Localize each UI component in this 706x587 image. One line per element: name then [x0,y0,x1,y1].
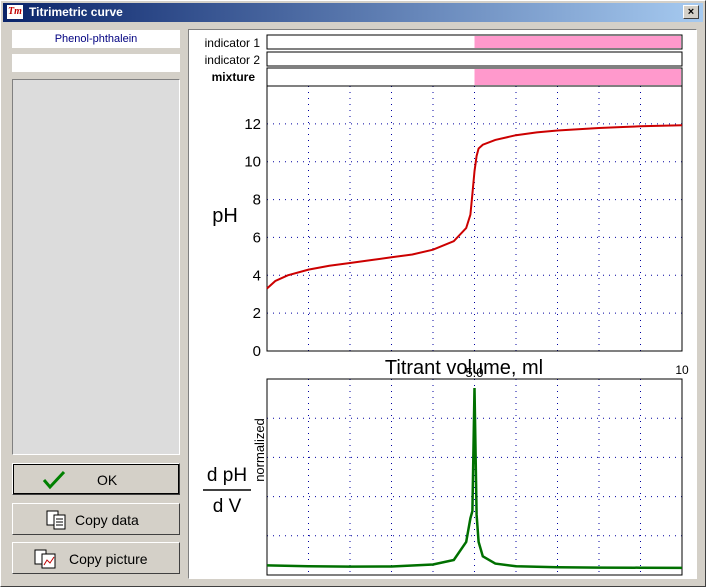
titrimetric-curve-window: Tm Titrimetric curve × Phenol-phthalein … [0,0,706,587]
y-tick-label: 12 [244,116,261,133]
copy-picture-icon [34,549,56,569]
info-panel [12,79,180,455]
ok-button-label: OK [97,472,118,488]
indicator2-bar [266,51,683,67]
copy-picture-label: Copy picture [69,551,148,567]
dv-denominator-label: d V [213,496,242,517]
copy-data-button[interactable]: Copy data [12,503,180,535]
ok-button[interactable]: OK [12,463,180,495]
x-axis-label: Titrant volume, ml [385,357,543,379]
copy-data-icon [46,510,66,530]
y-tick-label: 2 [253,305,261,322]
y-tick-label: 0 [253,343,261,360]
ph-y-tick-labels: 0 2 4 6 8 10 12 [244,116,261,360]
y-tick-label: 6 [253,229,261,246]
title-bar[interactable]: Tm Titrimetric curve × [3,3,703,22]
mixture-color-fill [474,69,681,85]
mixture-label: mixture [212,70,256,84]
dph-numerator-label: d pH [207,465,247,486]
copy-data-label: Copy data [75,512,139,528]
indicator1-label: indicator 1 [205,36,261,50]
y-tick-label: 8 [253,192,261,209]
ph-axis-label: pH [212,205,238,227]
y-tick-label: 4 [253,267,261,284]
indicator2-label: indicator 2 [205,53,261,67]
ph-plot-grid [267,86,682,351]
peak-annotation: 5.0 [465,365,483,380]
close-button[interactable]: × [683,5,699,19]
indicator-name-field-2 [12,54,180,72]
indicator-name-field: Phenol-phthalein [12,30,180,48]
derivative-curve [266,387,683,570]
app-icon: Tm [7,5,23,19]
titration-graphs[interactable]: indicator 1 indicator 2 mixture 0 2 4 6 8 10 1… [189,30,696,578]
window-title: Titrimetric curve [29,5,123,19]
indicator1-color-fill [474,36,681,48]
x-tick-label-max: 10 [675,363,689,377]
normalized-label: normalized [252,418,267,482]
checkmark-icon [42,470,66,490]
copy-picture-button[interactable]: Copy picture [12,542,180,574]
y-tick-label: 10 [244,154,261,171]
graph-area: indicator 1 indicator 2 mixture 0 2 4 6 8 10 1… [188,29,697,579]
